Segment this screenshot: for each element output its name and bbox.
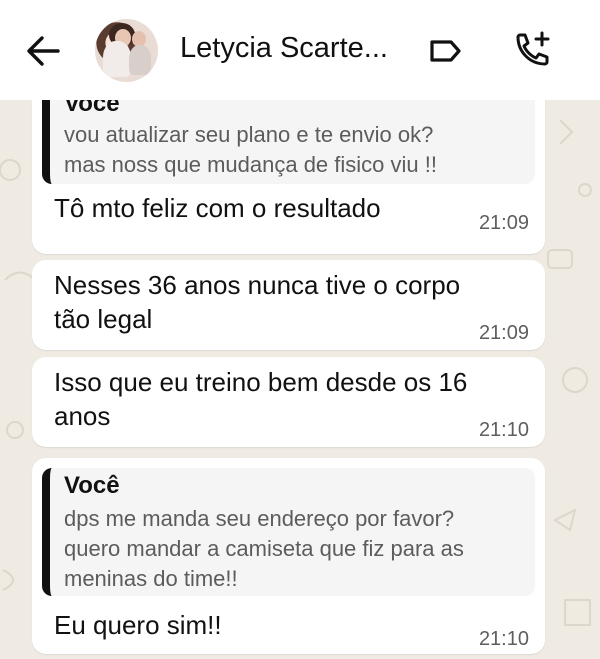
label-tag-icon[interactable] [427, 34, 463, 68]
message-bubble[interactable]: Você vou atualizar seu plano e te envio … [32, 100, 545, 254]
quote-text: dps me manda seu endereço por favor? que… [64, 506, 464, 591]
quote-text: vou atualizar seu plano e te envio ok? m… [64, 122, 437, 177]
message-bubble[interactable]: Você dps me manda seu endereço por favor… [32, 458, 545, 654]
quote-author: Você [64, 472, 120, 499]
message-text: Isso que eu treino bem desde os 16 anos [54, 367, 468, 431]
message-bubble[interactable]: Isso que eu treino bem desde os 16 anos … [32, 357, 545, 447]
quoted-message[interactable]: Você dps me manda seu endereço por favor… [42, 468, 535, 596]
message-text: Eu quero sim!! [54, 610, 222, 640]
message-time: 21:10 [478, 628, 529, 650]
add-call-icon[interactable] [512, 30, 552, 70]
quoted-message[interactable]: Você vou atualizar seu plano e te envio … [42, 100, 535, 184]
message-bubble[interactable]: Nesses 36 anos nunca tive o corpo tão le… [32, 260, 545, 350]
chat-area[interactable]: Você vou atualizar seu plano e te envio … [0, 100, 600, 659]
message-time: 21:10 [478, 419, 529, 441]
message-time: 21:09 [478, 322, 529, 344]
message-text: Tô mto feliz com o resultado [54, 193, 381, 223]
back-arrow-icon[interactable] [26, 34, 60, 68]
chat-header: Letycia Scarte... [0, 0, 600, 100]
avatar[interactable] [95, 19, 158, 82]
message-time: 21:09 [478, 212, 529, 234]
contact-name[interactable]: Letycia Scarte... [180, 32, 388, 65]
message-text: Nesses 36 anos nunca tive o corpo tão le… [54, 270, 461, 334]
quote-author: Você [64, 100, 120, 117]
